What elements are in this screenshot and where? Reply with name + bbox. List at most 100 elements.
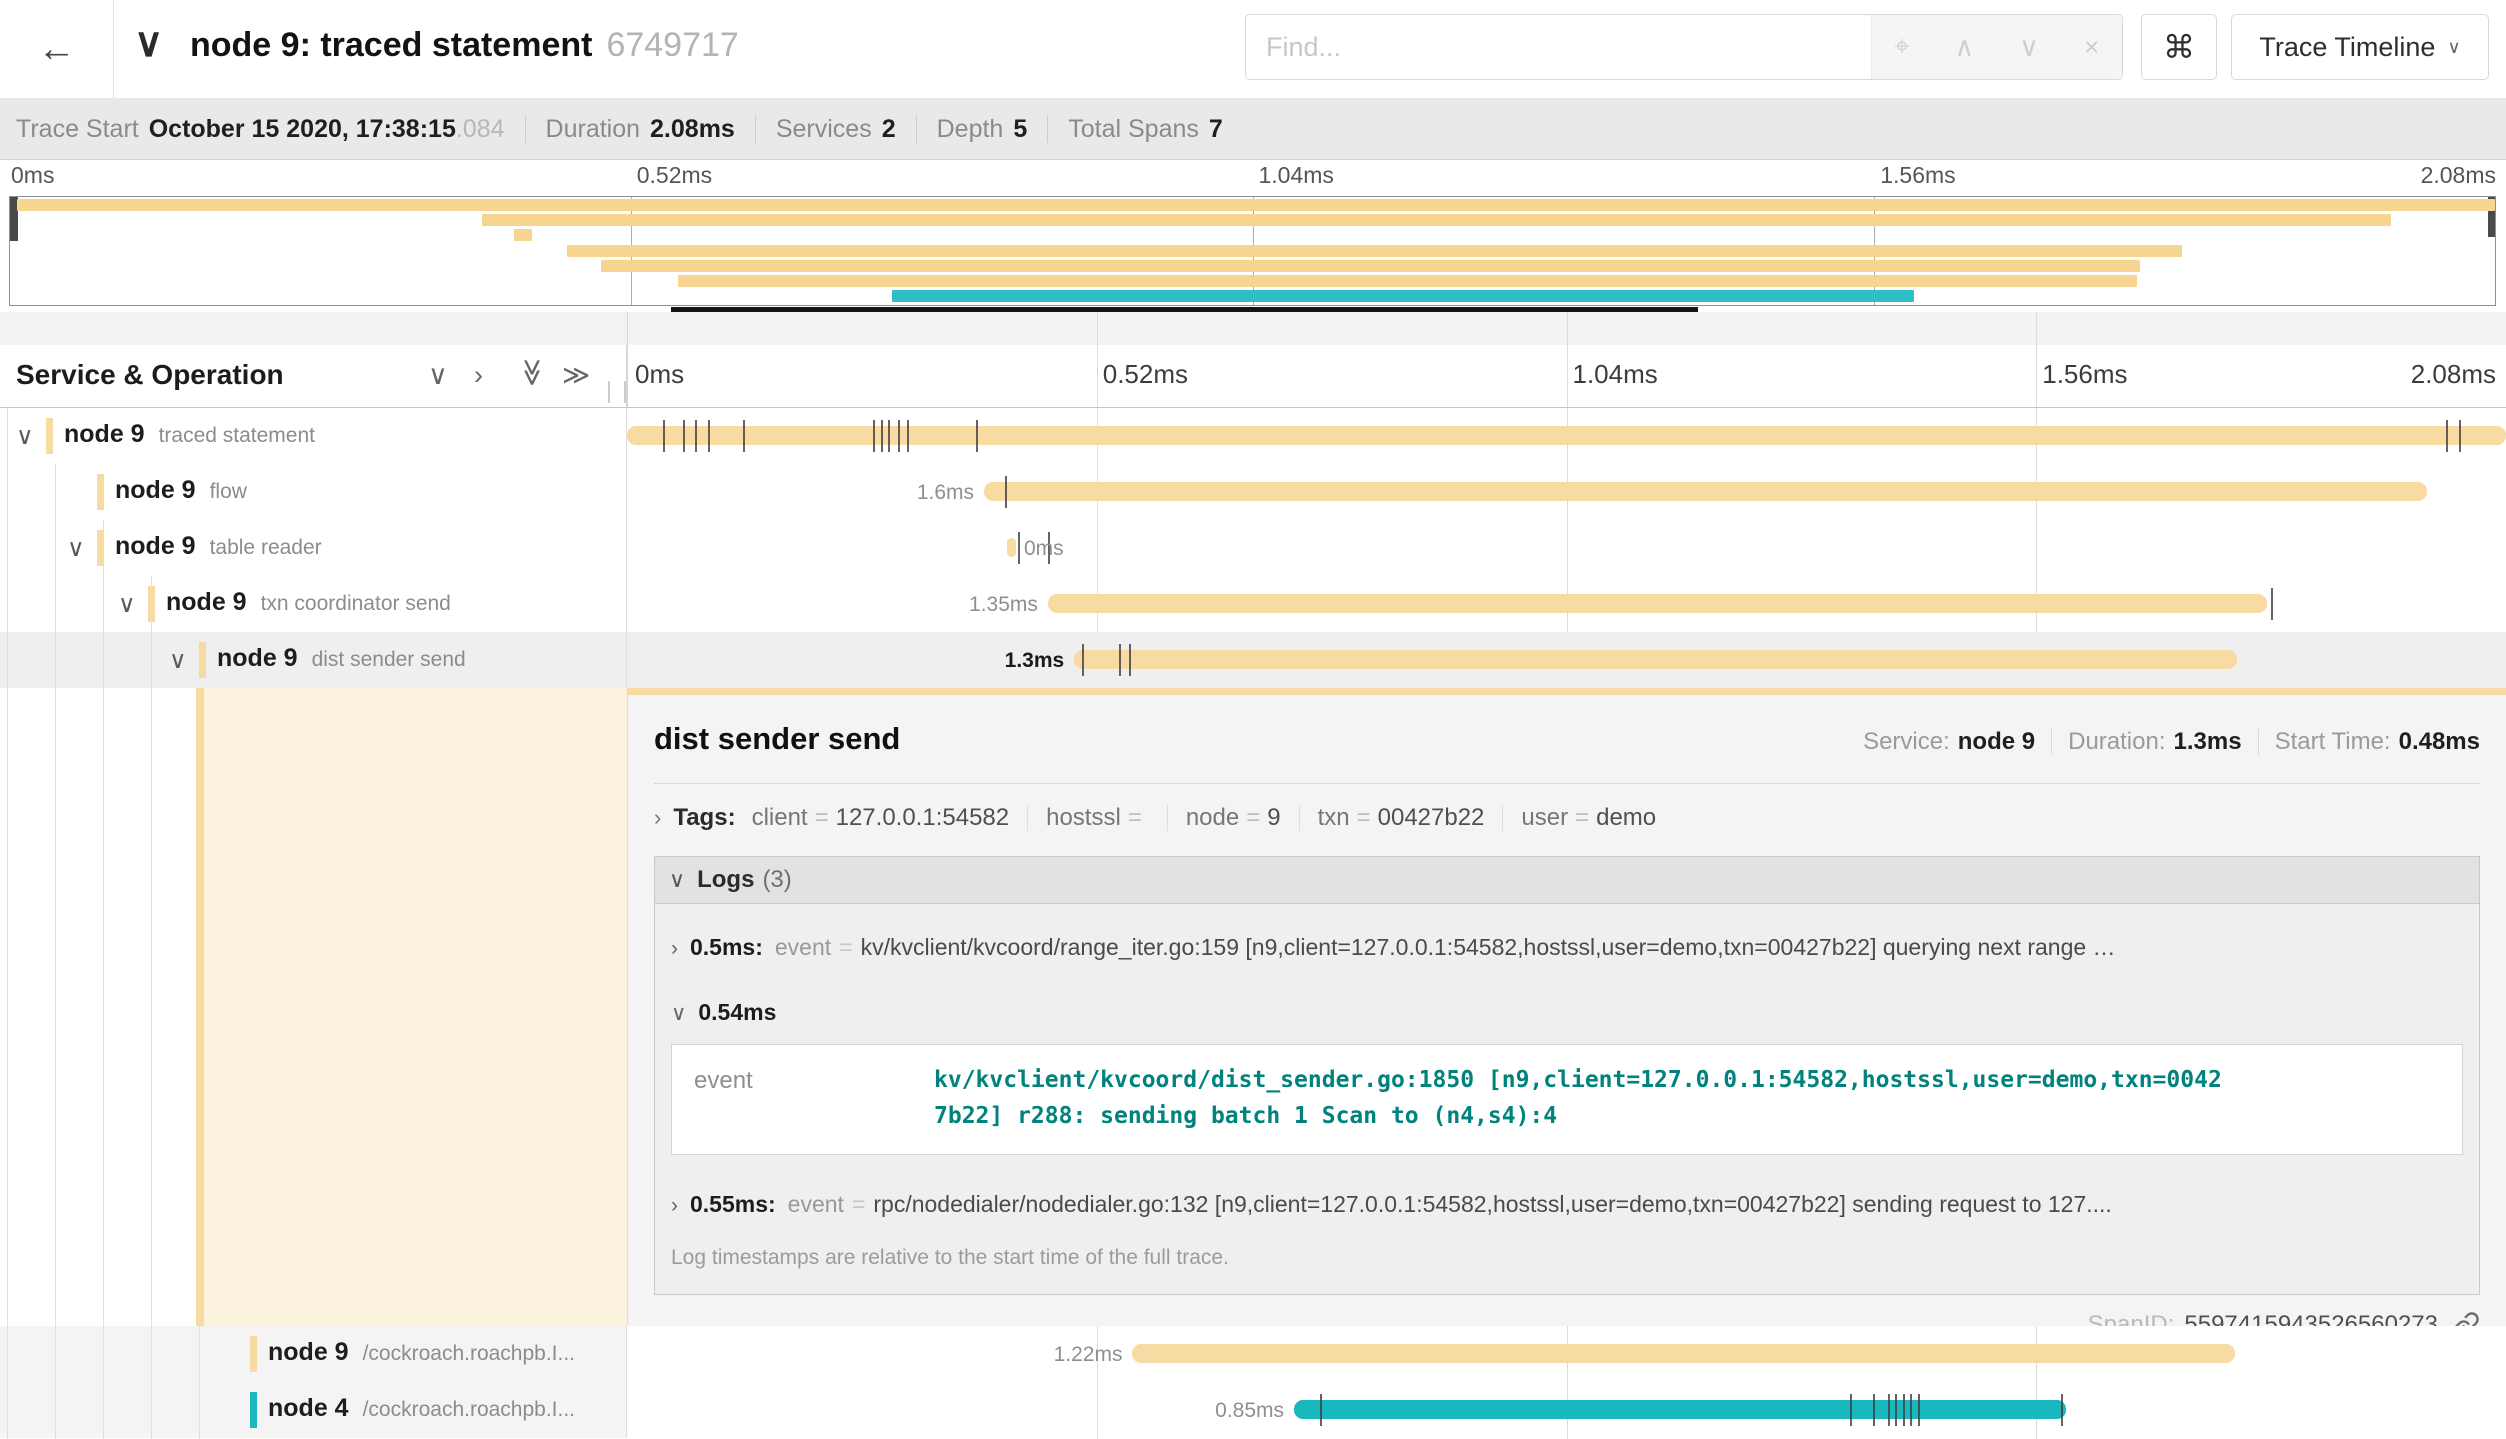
next-result-icon[interactable]: ∨ — [2019, 32, 2039, 63]
log-marker-tick — [743, 420, 745, 452]
page-title: node 9: traced statement6749717 — [190, 26, 739, 65]
log-entry-expanded-header[interactable]: ∨0.54ms — [655, 981, 2479, 1040]
separator — [2051, 729, 2052, 755]
span-duration-bar[interactable] — [1048, 594, 2267, 613]
span-name-cell[interactable]: node 9flow — [0, 464, 627, 520]
span-name-cell[interactable]: node 9/cockroach.roachpb.I... — [0, 1326, 627, 1382]
chevron-down-icon[interactable]: ∨ — [169, 646, 187, 675]
log-marker-tick — [1873, 1394, 1875, 1426]
timeline-axis-tick: 0ms — [635, 359, 684, 390]
trace-timeline-page: ← ∨ node 9: traced statement6749717 ⌖ ∧ ∨ ×… — [0, 0, 2506, 1439]
logs-count: (3) — [762, 866, 791, 894]
prev-result-icon[interactable]: ∧ — [1954, 32, 1974, 63]
collapse-deep-icon[interactable]: ≫ — [517, 358, 548, 386]
summary-value: 5 — [1013, 115, 1027, 144]
chevron-down-icon[interactable]: ∨ — [118, 590, 136, 619]
span-duration-bar[interactable] — [1007, 538, 1016, 557]
trace-title: node 9: traced statement — [190, 26, 592, 64]
span-row-traced-statement[interactable]: ∨node 9traced statement — [0, 408, 2506, 464]
log-entry[interactable]: ›0.55ms:event=rpc/nodedialer/nodedialer.… — [655, 1169, 2479, 1238]
span-duration-bar[interactable] — [984, 482, 2427, 501]
logs-header[interactable]: ∨ Logs (3) — [655, 857, 2479, 904]
span-row--cockroach-roachpb-i-[interactable]: node 9/cockroach.roachpb.I... 1.22ms — [0, 1326, 2506, 1382]
locate-icon[interactable]: ⌖ — [1894, 31, 1909, 63]
span-timeline-cell[interactable]: 0.85ms — [627, 1382, 2506, 1438]
operation-name: table reader — [210, 536, 322, 559]
chevron-right-icon: › — [654, 805, 661, 831]
timeline-axis-tick: 1.04ms — [1573, 359, 1658, 390]
view-options-label: Trace Timeline — [2259, 32, 2435, 63]
log-field-value: kv/kvclient/kvcoord/dist_sender.go:1850 … — [894, 1045, 2264, 1154]
log-marker-tick — [2061, 1394, 2063, 1426]
link-icon[interactable] — [2452, 1311, 2480, 1326]
operation-name: /cockroach.roachpb.I... — [363, 1342, 575, 1365]
span-name-cell[interactable]: ∨ node 9 table reader — [0, 520, 627, 576]
minimap-canvas[interactable] — [9, 196, 2496, 306]
expand-all-icon[interactable]: ≫ — [562, 360, 590, 391]
span-timeline-cell[interactable]: 1.22ms — [627, 1326, 2506, 1382]
span-timeline-cell[interactable] — [627, 408, 2506, 464]
operation-name: traced statement — [159, 424, 315, 447]
equals-sign: = — [839, 934, 852, 961]
equals-sign: = — [1575, 804, 1589, 832]
keyboard-shortcuts-button[interactable]: ⌘ — [2141, 14, 2217, 80]
span-name: node 9dist sender send — [217, 644, 466, 673]
span-name-cell[interactable]: ∨ node 9txn coordinator send — [0, 576, 627, 632]
operation-name: dist sender send — [312, 648, 466, 671]
span-row-flow[interactable]: node 9flow1.6ms — [0, 464, 2506, 520]
chevron-down-icon[interactable]: ∨ — [67, 534, 85, 563]
service-operation-title: Service & Operation — [16, 359, 284, 391]
timeline-axis-tick: 2.08ms — [2411, 359, 2496, 390]
span-timeline-cell[interactable]: 0ms — [627, 520, 2506, 576]
equals-sign: = — [815, 804, 829, 832]
span-id-row: SpanID: 5597415943526560273 — [654, 1311, 2480, 1326]
log-marker-tick — [976, 420, 978, 452]
tag-value: 00427b22 — [1378, 804, 1485, 832]
log-field-key: event — [775, 934, 831, 961]
span-row-txn-coordinator-send[interactable]: ∨ node 9txn coordinator send 1.35ms — [0, 576, 2506, 632]
log-field-key: event — [672, 1045, 894, 1154]
service-name: node 9 — [115, 476, 196, 504]
chevron-right-icon: › — [671, 1194, 678, 1218]
span-timeline-cell[interactable]: 1.3ms — [627, 632, 2506, 688]
log-marker-tick — [1888, 1394, 1890, 1426]
log-entry[interactable]: ›0.5ms:event=kv/kvclient/kvcoord/range_i… — [655, 912, 2479, 981]
tags-list: client=127.0.0.1:54582hostssl=node=9txn=… — [752, 804, 1657, 832]
span-name: node 9txn coordinator send — [166, 588, 451, 617]
expand-one-icon[interactable]: › — [474, 360, 483, 391]
span-name-cell[interactable]: node 4/cockroach.roachpb.I... — [0, 1382, 627, 1438]
span-timeline-cell[interactable]: 1.6ms — [627, 464, 2506, 520]
back-button[interactable]: ← — [0, 0, 114, 98]
tree-guide-line — [103, 520, 104, 1439]
span-row--cockroach-roachpb-i-[interactable]: node 4/cockroach.roachpb.I...0.85ms — [0, 1382, 2506, 1438]
span-duration-bar[interactable] — [1294, 1400, 2066, 1419]
log-marker-tick — [873, 420, 875, 452]
find-input[interactable] — [1246, 15, 1871, 79]
minimap-axis-tick: 1.04ms — [1259, 162, 1334, 189]
summary-label: Depth — [937, 115, 1004, 144]
span-duration-bar[interactable] — [1074, 650, 2237, 669]
tree-guide-line — [151, 576, 152, 1439]
span-timeline-cell[interactable]: 1.35ms — [627, 576, 2506, 632]
collapse-all-icon[interactable]: ∨ — [428, 360, 448, 391]
span-name-cell[interactable]: ∨ node 9dist sender send — [0, 632, 627, 688]
chevron-down-icon[interactable]: ∨ — [16, 422, 34, 451]
span-duration-bar[interactable] — [1132, 1344, 2235, 1363]
span-row-dist-sender-send[interactable]: ∨ node 9dist sender send 1.3ms — [0, 632, 2506, 688]
log-marker-tick — [907, 420, 909, 452]
clear-search-icon[interactable]: × — [2084, 32, 2100, 63]
separator — [525, 115, 526, 143]
trace-header-collapse-icon[interactable]: ∨ — [134, 20, 163, 66]
column-resizer-grip[interactable] — [608, 381, 626, 403]
log-marker-tick — [1119, 644, 1121, 676]
log-marker-tick — [888, 420, 890, 452]
service-name: node 9 — [115, 532, 196, 560]
span-name-cell[interactable]: ∨node 9traced statement — [0, 408, 627, 464]
span-row-table-reader[interactable]: ∨ node 9 table reader 0ms — [0, 520, 2506, 576]
summary-value-suffix: .084 — [456, 115, 505, 143]
tags-accordion[interactable]: › Tags: client=127.0.0.1:54582hostssl=no… — [654, 804, 2480, 832]
view-options-dropdown[interactable]: Trace Timeline ∨ — [2231, 14, 2489, 80]
service-name: node 4 — [268, 1394, 349, 1422]
span-duration-label: 1.22ms — [1054, 1343, 1133, 1367]
tag-key: hostssl — [1046, 804, 1121, 832]
